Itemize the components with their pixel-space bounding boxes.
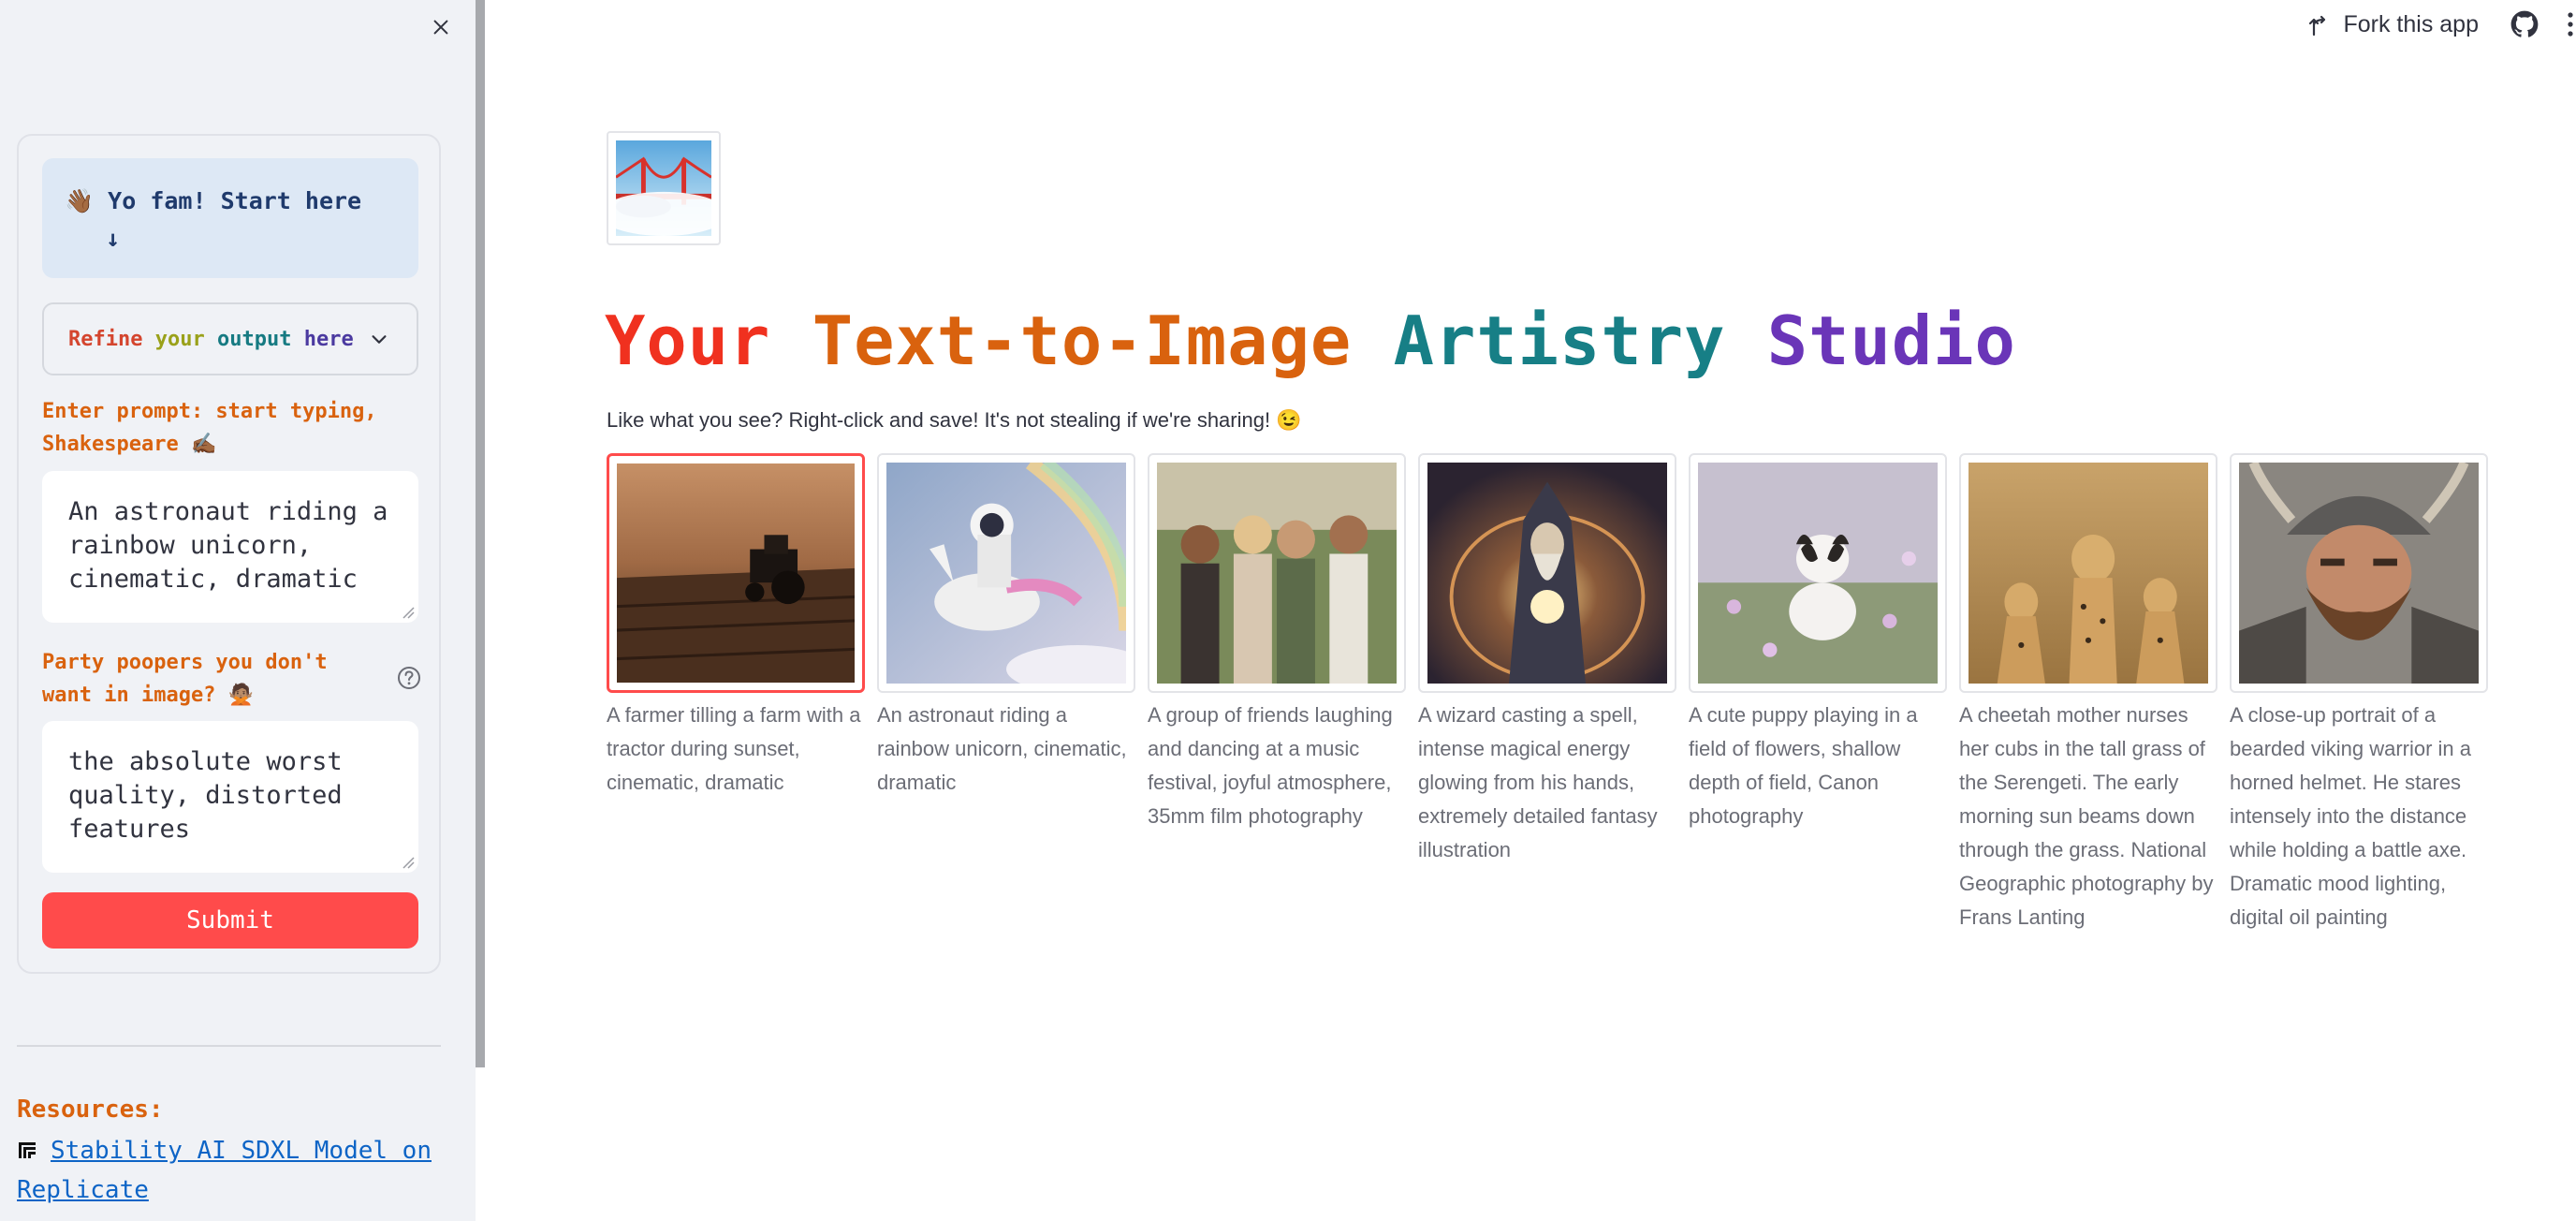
resize-handle-icon[interactable]: [402, 606, 415, 619]
gallery-caption: A cute puppy playing in a field of flowe…: [1689, 703, 1918, 828]
info-text: 👋🏾 Yo fam! Start here: [65, 187, 362, 214]
gallery-image[interactable]: [1959, 453, 2217, 693]
sidebar-scrollbar[interactable]: [476, 0, 485, 1067]
sidebar-divider: [17, 1045, 441, 1047]
expander-word-4: here: [303, 327, 354, 351]
gallery-image[interactable]: [877, 453, 1135, 693]
page-title: Your Text-to-Image Artistry Studio: [605, 302, 2016, 380]
chevron-down-icon: [372, 335, 387, 344]
golden-gate-logo-icon: [599, 140, 728, 236]
close-icon: [433, 20, 448, 35]
gallery-caption: A close-up portrait of a bearded viking …: [2230, 703, 2472, 929]
replicate-model-link[interactable]: Stability AI SDXL Model on Replicate: [17, 1137, 432, 1204]
title-word-3: Artistry: [1393, 302, 1726, 380]
app-toolbar: Fork this app: [2307, 6, 2576, 43]
gallery-image[interactable]: [607, 453, 865, 693]
fork-app-button[interactable]: Fork this app: [2307, 11, 2479, 38]
close-sidebar-button[interactable]: [425, 11, 457, 43]
gallery-image[interactable]: [1689, 453, 1947, 693]
gallery-caption: A wizard casting a spell, intense magica…: [1418, 703, 1658, 861]
resource-item: Stability AI SDXL Model on Replicate: [17, 1131, 447, 1210]
page-subtitle: Like what you see? Right-click and save!…: [607, 408, 1302, 432]
resources-heading: Resources:: [17, 1096, 164, 1124]
gallery-caption: A farmer tilling a farm with a tractor d…: [607, 703, 861, 794]
gallery-image[interactable]: [1418, 453, 1676, 693]
gallery-image[interactable]: [2230, 453, 2488, 693]
submit-button[interactable]: Submit: [42, 892, 418, 949]
resize-handle-icon[interactable]: [402, 856, 415, 869]
astronaut-unicorn-image: [886, 463, 1126, 684]
title-word-2: Text-to-Image: [812, 302, 1353, 380]
expander-word-1: Refine: [68, 327, 143, 351]
viking-warrior-image: [2239, 463, 2479, 684]
app-logo-image: [599, 131, 728, 245]
title-word-1: Your: [605, 302, 771, 380]
gallery-caption: An astronaut riding a rainbow unicorn, c…: [877, 703, 1127, 794]
more-vertical-icon[interactable]: [2567, 11, 2574, 37]
github-icon[interactable]: [2510, 10, 2539, 38]
title-word-4: Studio: [1766, 302, 2016, 380]
tractor-sunset-image: [617, 463, 855, 683]
cheetah-family-image: [1969, 463, 2208, 684]
wizard-spell-image: [1427, 463, 1667, 684]
prompt-label: Enter prompt: start typing, Shakespeare …: [42, 400, 377, 456]
info-callout: 👋🏾 Yo fam! Start here ↓: [42, 158, 418, 278]
settings-form: 👋🏾 Yo fam! Start here ↓ Refine your outp…: [17, 134, 441, 974]
down-arrow-icon: ↓: [106, 225, 121, 252]
negative-prompt-textarea[interactable]: the absolute worst quality, distorted fe…: [42, 721, 418, 873]
gallery-caption: A group of friends laughing and dancing …: [1148, 703, 1393, 828]
expander-word-3: output: [216, 327, 292, 351]
gallery-image[interactable]: [1148, 453, 1406, 693]
prompt-textarea[interactable]: An astronaut riding a rainbow unicorn, c…: [42, 471, 418, 623]
fork-label: Fork this app: [2343, 10, 2479, 37]
refine-output-expander[interactable]: Refine your output here: [42, 302, 418, 375]
gallery-caption: A cheetah mother nurses her cubs in the …: [1959, 703, 2214, 929]
replicate-logo-icon: [19, 1142, 36, 1158]
fork-icon: [2309, 15, 2326, 37]
sidebar: 👋🏾 Yo fam! Start here ↓ Refine your outp…: [0, 0, 476, 1221]
help-icon[interactable]: [396, 665, 422, 691]
expander-word-2: your: [154, 327, 205, 351]
negative-prompt-label: Party poopers you don't want in image? 🙅…: [42, 651, 328, 707]
puppy-flowers-image: [1698, 463, 1938, 684]
music-festival-image: [1157, 463, 1397, 684]
